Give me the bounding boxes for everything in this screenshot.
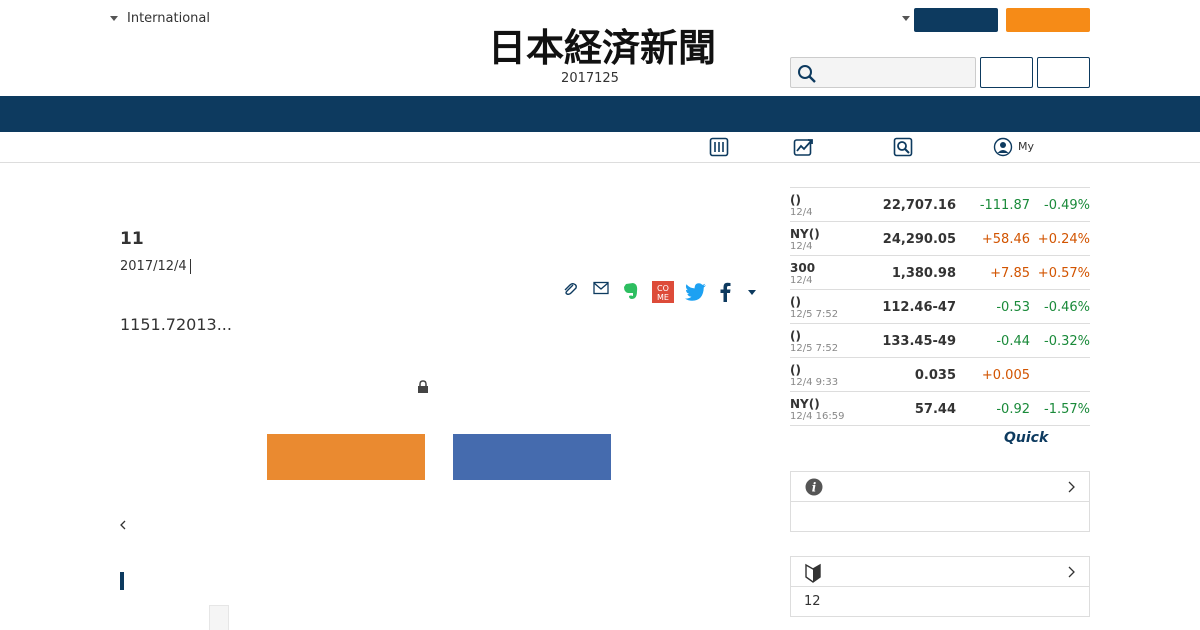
my-menu-label[interactable]: My — [1018, 140, 1034, 153]
market-row[interactable]: NY() 12/4 16:59 57.44 -0.92 -1.57% — [790, 392, 1090, 426]
section-marker — [120, 572, 124, 590]
chart-icon[interactable] — [793, 137, 815, 157]
more-share-icon[interactable] — [747, 290, 757, 296]
grid-icon[interactable] — [709, 137, 729, 157]
article-lead: 1151.72013... — [120, 315, 232, 334]
market-row[interactable]: 300 12/4 1,380.98 +7.85 +0.57% — [790, 256, 1090, 290]
market-time: 12/5 7:52 — [790, 309, 839, 320]
caret-down-icon — [110, 16, 118, 21]
market-time: 12/5 7:52 — [790, 343, 839, 354]
market-name: 300 — [790, 261, 816, 275]
market-percent: +0.57% — [1037, 266, 1090, 281]
mail-icon[interactable] — [593, 281, 609, 295]
issue-date: 2017125 — [561, 71, 619, 86]
market-value: 24,290.05 — [882, 232, 956, 247]
info-panel-body — [791, 502, 1089, 532]
chevron-left-icon[interactable] — [119, 519, 127, 531]
facebook-icon[interactable] — [719, 282, 731, 302]
info-panel-header[interactable]: i — [791, 472, 1089, 502]
market-value: 57.44 — [914, 402, 956, 417]
market-row[interactable]: () 12/5 7:52 133.45-49 -0.44 -0.32% — [790, 324, 1090, 358]
edition-selector[interactable]: International — [110, 11, 210, 26]
market-row[interactable]: () 12/4 22,707.16 -111.87 -0.49% — [790, 188, 1090, 222]
market-percent: -1.57% — [1044, 402, 1090, 417]
caret-down-icon[interactable] — [902, 16, 910, 21]
market-change: -0.53 — [996, 300, 1030, 315]
market-change: -0.44 — [996, 334, 1030, 349]
beginner-panel: 12 — [790, 556, 1090, 617]
header-button-2[interactable] — [1037, 57, 1090, 88]
market-row[interactable]: () 12/4 9:33 0.035 +0.005 — [790, 358, 1090, 392]
edition-label: International — [127, 11, 210, 26]
market-time: 12/4 — [790, 241, 813, 252]
subscribe-cta-button[interactable] — [267, 434, 425, 480]
article-date: 2017/12/4 — [120, 259, 187, 274]
divider — [190, 259, 191, 274]
market-percent: +0.24% — [1037, 232, 1090, 247]
market-row[interactable]: NY() 12/4 24,290.05 +58.46 +0.24% — [790, 222, 1090, 256]
market-name: () — [790, 329, 801, 343]
user-icon[interactable] — [993, 137, 1013, 157]
clip-icon[interactable] — [562, 281, 578, 297]
chevron-right-icon[interactable] — [1067, 566, 1075, 578]
market-row[interactable]: () 12/5 7:52 112.46-47 -0.53 -0.46% — [790, 290, 1090, 324]
beginner-panel-body: 12 — [791, 587, 1089, 617]
market-value: 133.45-49 — [882, 334, 956, 349]
quick-logo: Quick — [1004, 430, 1049, 446]
market-change: +0.005 — [981, 368, 1030, 383]
market-name: () — [790, 295, 801, 309]
comment-icon[interactable]: CO ME — [652, 281, 674, 303]
market-name: () — [790, 363, 801, 377]
market-name: NY() — [790, 227, 820, 241]
header-button-1[interactable] — [980, 57, 1033, 88]
market-time: 12/4 16:59 — [790, 411, 845, 422]
svg-text:CO: CO — [657, 284, 669, 293]
beginner-panel-header[interactable] — [791, 557, 1089, 587]
market-percent: -0.46% — [1044, 300, 1090, 315]
login-cta-button[interactable] — [453, 434, 611, 480]
market-change: +7.85 — [990, 266, 1030, 281]
search-doc-icon[interactable] — [893, 137, 913, 157]
logo[interactable]: 日本経済新聞 — [452, 28, 752, 68]
market-change: -111.87 — [979, 198, 1030, 213]
market-time: 12/4 9:33 — [790, 377, 839, 388]
market-time: 12/4 — [790, 275, 813, 286]
sub-navigation: My — [0, 132, 1200, 163]
market-table: () 12/4 22,707.16 -111.87 -0.49% NY() 12/4 24,2… — [790, 187, 1090, 426]
placeholder-box — [209, 605, 229, 630]
svg-text:ME: ME — [657, 293, 669, 302]
beginner-panel-text: 12 — [804, 594, 821, 609]
top-header: International 日本経済新聞 2017125 — [0, 0, 1200, 96]
market-name: NY() — [790, 397, 820, 411]
market-name: () — [790, 193, 801, 207]
info-icon: i — [805, 478, 823, 496]
info-panel: i — [790, 471, 1090, 532]
search-input[interactable] — [790, 57, 976, 88]
beginner-mark-icon — [805, 563, 821, 583]
twitter-icon[interactable] — [685, 282, 707, 302]
market-percent: -0.32% — [1044, 334, 1090, 349]
subscribe-button[interactable] — [1006, 8, 1090, 32]
market-change: -0.92 — [996, 402, 1030, 417]
market-percent: -0.49% — [1044, 198, 1090, 213]
logo-text: 日本経済新聞 — [488, 28, 716, 68]
lock-icon — [418, 380, 428, 393]
market-value: 0.035 — [914, 368, 956, 383]
svg-text:i: i — [812, 481, 817, 495]
main-navbar — [0, 96, 1200, 132]
chevron-right-icon[interactable] — [1067, 481, 1075, 493]
login-button[interactable] — [914, 8, 998, 32]
evernote-icon[interactable] — [622, 281, 640, 301]
article-title: 11 — [120, 229, 144, 249]
market-value: 112.46-47 — [882, 300, 956, 315]
market-value: 1,380.98 — [891, 266, 956, 281]
market-time: 12/4 — [790, 207, 813, 218]
market-value: 22,707.16 — [882, 198, 956, 213]
market-change: +58.46 — [981, 232, 1030, 247]
search-icon — [798, 65, 816, 83]
